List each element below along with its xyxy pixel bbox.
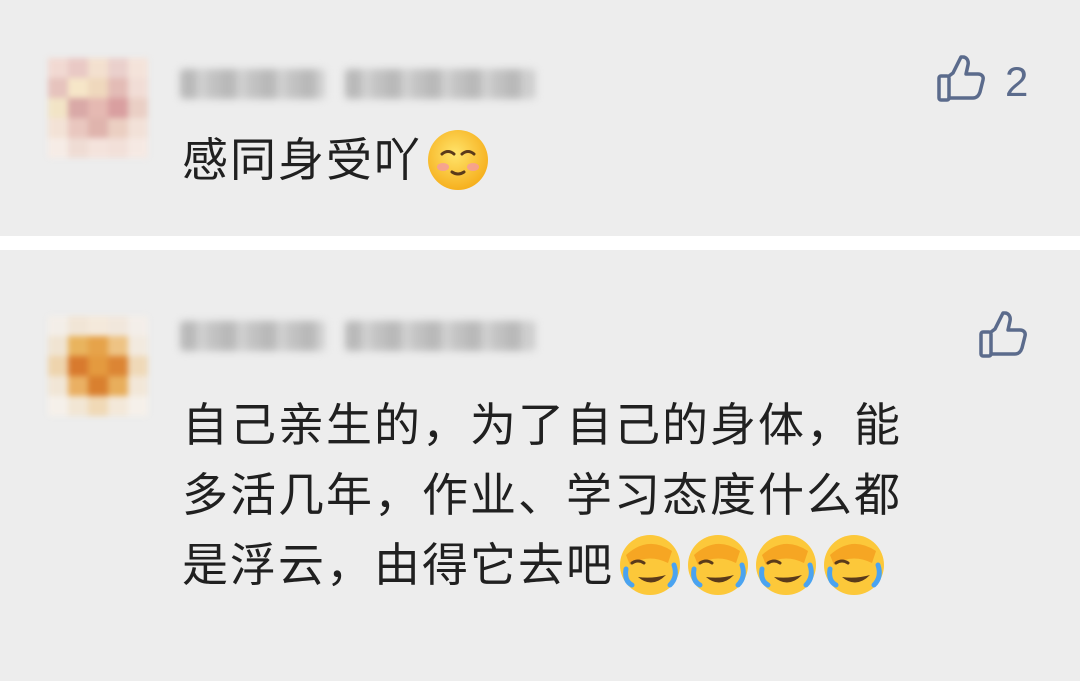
- like-count: 2: [1005, 58, 1029, 105]
- facepalm-laugh-icon: [618, 533, 682, 597]
- facepalm-laugh-icon: [686, 533, 750, 597]
- comment-text: 感同身受吖: [182, 125, 490, 196]
- like-button[interactable]: [977, 310, 1029, 366]
- comment-line: 自己亲生的，为了自己的身体，能: [182, 398, 902, 452]
- comment-line: 是浮云，由得它去吧: [182, 538, 614, 592]
- comment-line: 多活几年，作业、学习态度什么都: [182, 468, 902, 522]
- facepalm-laugh-icon: [822, 533, 886, 597]
- username-blurred[interactable]: [180, 314, 535, 358]
- thumbs-up-icon: [935, 54, 987, 110]
- comment-card: 2 感同身受吖: [0, 0, 1080, 236]
- comment-card: 自己亲生的，为了自己的身体，能 多活几年，作业、学习态度什么都 是浮云，由得它去…: [0, 250, 1080, 681]
- comment-body: 感同身受吖: [182, 133, 422, 187]
- avatar[interactable]: [48, 58, 148, 158]
- avatar[interactable]: [48, 316, 148, 416]
- username-blurred[interactable]: [180, 62, 535, 106]
- comment-text: 自己亲生的，为了自己的身体，能 多活几年，作业、学习态度什么都 是浮云，由得它去…: [182, 390, 1042, 601]
- like-button[interactable]: 2: [935, 54, 1028, 110]
- pleading-face-icon: [426, 128, 490, 192]
- facepalm-laugh-icon: [754, 533, 818, 597]
- thumbs-up-icon: [977, 310, 1029, 366]
